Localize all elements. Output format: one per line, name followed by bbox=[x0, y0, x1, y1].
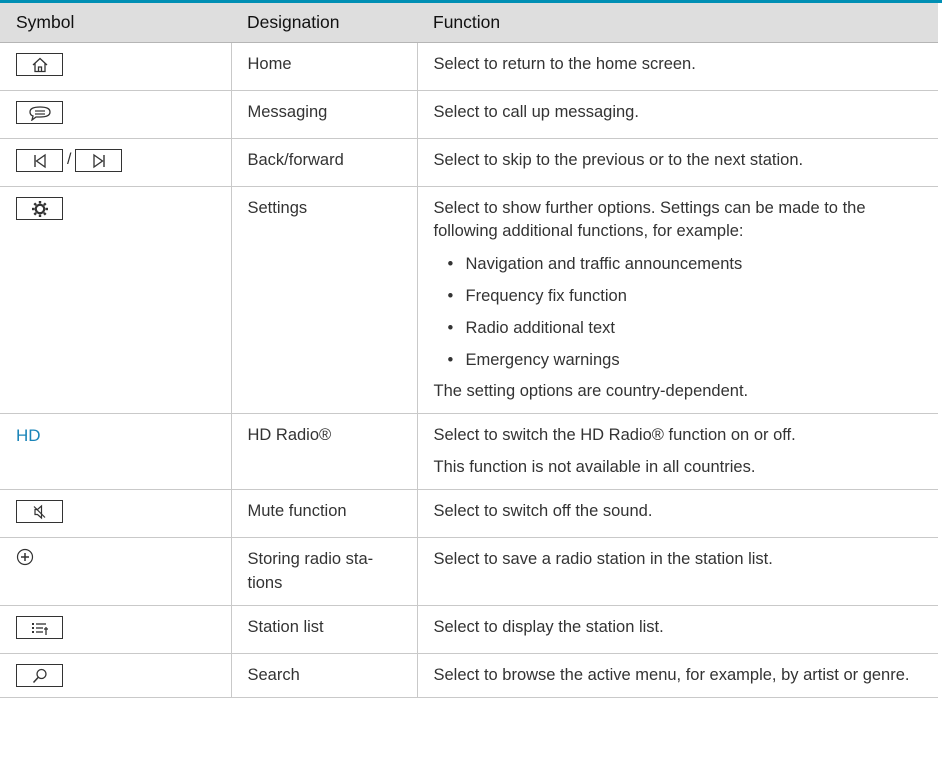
function-text: Select to switch the HD Radio® function … bbox=[433, 426, 796, 445]
table-row: Messaging Select to call up messaging. bbox=[0, 90, 938, 139]
symbol-cell bbox=[0, 186, 231, 415]
designation-cell: Storing radio sta- tions bbox=[230, 537, 417, 606]
table-row: Search Select to browse the active menu,… bbox=[0, 653, 938, 699]
hd-symbol: HD bbox=[16, 426, 41, 446]
header-symbol: Symbol bbox=[0, 3, 231, 43]
table-row: / Back/forward Select to skip to the pre… bbox=[0, 138, 938, 187]
list-item: Frequency fix function bbox=[448, 280, 925, 312]
circle-plus-icon bbox=[16, 548, 34, 566]
symbol-cell bbox=[0, 489, 231, 539]
function-note: The setting options are country-dependen… bbox=[433, 381, 749, 400]
message-icon bbox=[16, 101, 63, 125]
function-cell: Select to switch the HD Radio® function … bbox=[416, 413, 938, 491]
symbol-cell: HD bbox=[0, 413, 231, 491]
page: Symbol Designation Function Home Select … bbox=[0, 0, 942, 760]
list-item: Radio additional text bbox=[448, 312, 925, 344]
table-row: Home Select to return to the home screen… bbox=[0, 42, 938, 91]
function-cell: Select to browse the active menu, for ex… bbox=[416, 653, 938, 699]
symbol-cell bbox=[0, 90, 231, 139]
gear-icon bbox=[16, 197, 63, 221]
function-cell: Select to show further options. Settings… bbox=[416, 186, 938, 415]
symbol-cell bbox=[0, 537, 231, 606]
list-item: Navigation and traffic announcements bbox=[448, 248, 925, 280]
designation-cell: Station list bbox=[230, 605, 417, 654]
designation-cell: Mute function bbox=[230, 489, 417, 539]
search-icon bbox=[16, 664, 63, 688]
designation-cell: Settings bbox=[230, 186, 417, 415]
symbol-cell bbox=[0, 42, 231, 91]
designation-cell: HD Radio® bbox=[230, 413, 417, 491]
table-row: HD HD Radio® Select to switch the HD Rad… bbox=[0, 413, 938, 491]
list-item: Emergency warnings bbox=[448, 344, 925, 376]
table-row: Storing radio sta- tions Select to save … bbox=[0, 537, 938, 606]
list-icon bbox=[16, 616, 63, 640]
function-note: This function is not available in all co… bbox=[433, 457, 756, 476]
options-list: Navigation and traffic announcements Fre… bbox=[434, 248, 925, 376]
skip-forward-icon bbox=[75, 149, 123, 173]
table-header-row: Symbol Designation Function bbox=[0, 3, 938, 43]
table-row: Settings Select to show further options.… bbox=[0, 186, 938, 415]
function-cell: Select to return to the home screen. bbox=[416, 42, 938, 91]
separator: / bbox=[67, 151, 72, 169]
function-text: Select to show further options. Settings… bbox=[433, 199, 866, 241]
function-cell: Select to save a radio station in the st… bbox=[416, 537, 938, 606]
symbol-cell: / bbox=[0, 138, 231, 187]
designation-cell: Messaging bbox=[230, 90, 417, 139]
header-function: Function bbox=[417, 3, 938, 43]
function-cell: Select to skip to the previous or to the… bbox=[416, 138, 938, 187]
mute-icon bbox=[16, 500, 63, 524]
symbol-table: Symbol Designation Function Home Select … bbox=[0, 3, 938, 699]
skip-back-icon bbox=[16, 149, 63, 173]
symbol-cell bbox=[0, 653, 231, 699]
function-cell: Select to switch off the sound. bbox=[416, 489, 938, 539]
function-cell: Select to call up messaging. bbox=[416, 90, 938, 139]
symbol-cell bbox=[0, 605, 231, 654]
table-row: Station list Select to display the stati… bbox=[0, 605, 938, 654]
designation-cell: Home bbox=[230, 42, 417, 91]
header-designation: Designation bbox=[231, 3, 417, 43]
home-icon bbox=[16, 53, 63, 77]
designation-cell: Back/forward bbox=[230, 138, 417, 187]
function-cell: Select to display the station list. bbox=[416, 605, 938, 654]
designation-cell: Search bbox=[230, 653, 417, 699]
table-row: Mute function Select to switch off the s… bbox=[0, 489, 938, 539]
